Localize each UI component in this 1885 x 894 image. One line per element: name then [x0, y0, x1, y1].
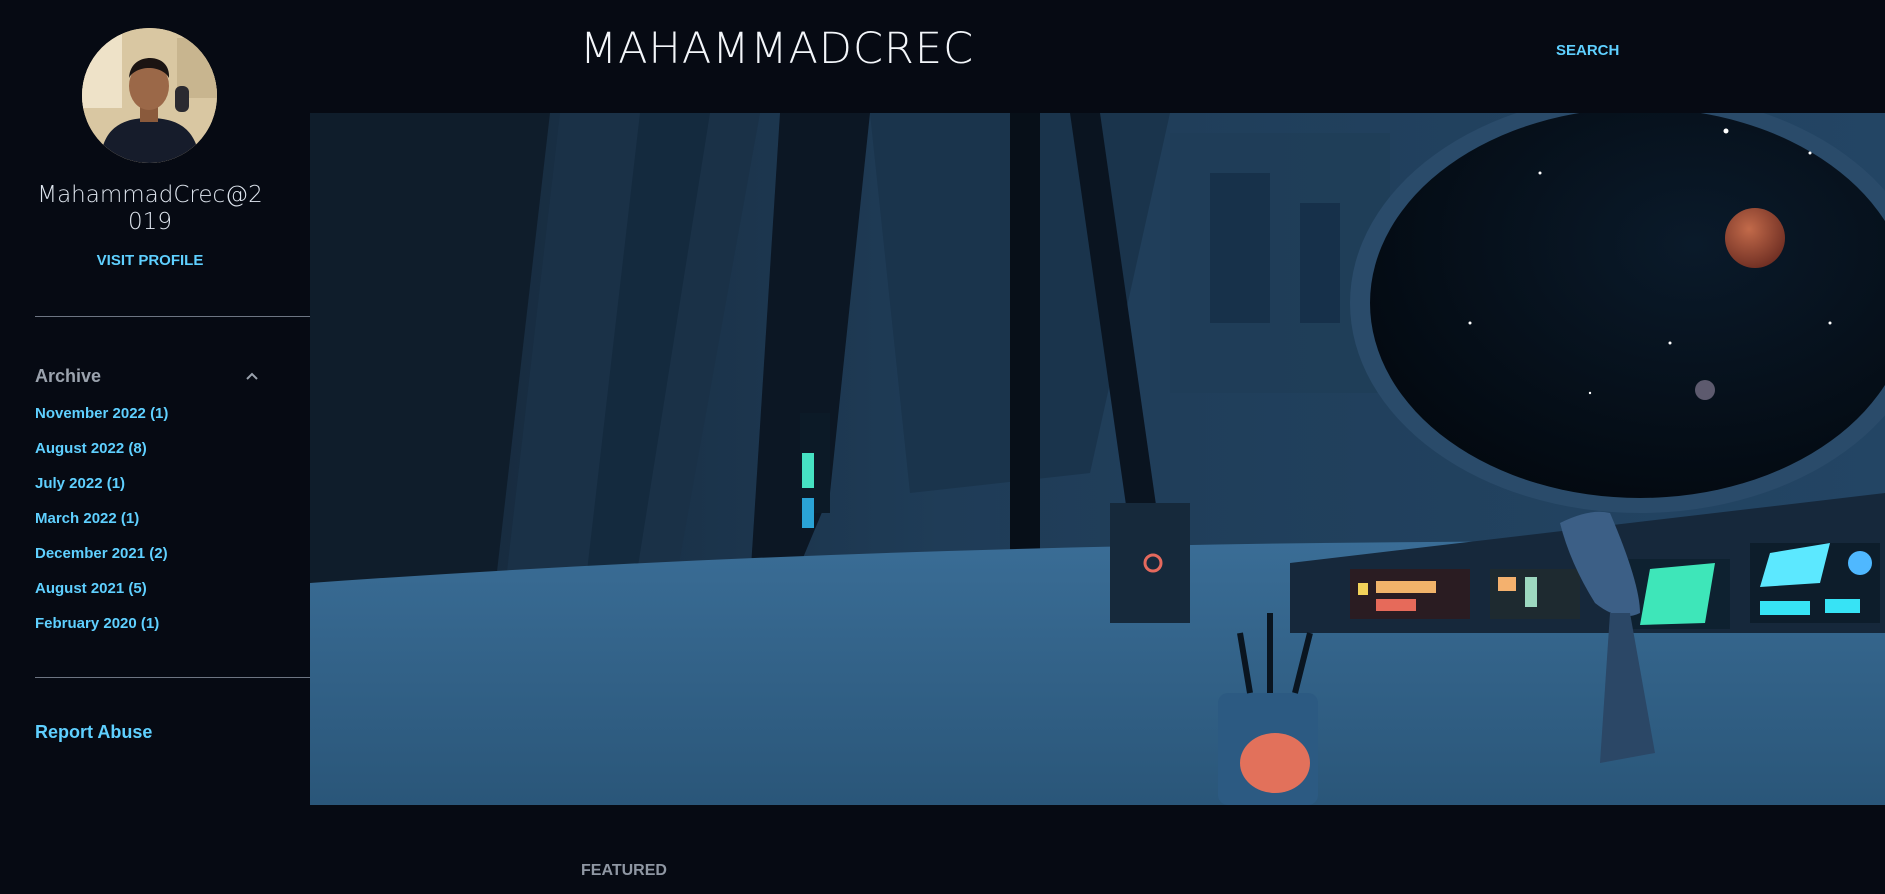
archive-list: November 2022 (1) August 2022 (8) July 2… — [35, 403, 168, 648]
archive-item-august-2022[interactable]: August 2022 (8) — [35, 438, 168, 473]
archive-toggle[interactable]: Archive — [35, 364, 260, 388]
hero-image — [310, 113, 1885, 805]
sidebar-divider — [35, 677, 310, 678]
archive-item-march-2022[interactable]: March 2022 (1) — [35, 508, 168, 543]
visit-profile-link[interactable]: VISIT PROFILE — [30, 252, 270, 269]
search-link[interactable]: SEARCH — [1556, 42, 1619, 59]
archive-item-november-2022[interactable]: November 2022 (1) — [35, 403, 168, 438]
archive-item-august-2021[interactable]: August 2021 (5) — [35, 578, 168, 613]
archive-item-december-2021[interactable]: December 2021 (2) — [35, 543, 168, 578]
featured-section-label: FEATURED — [581, 862, 667, 879]
archive-item-february-2020[interactable]: February 2020 (1) — [35, 613, 168, 648]
archive-item-july-2022[interactable]: July 2022 (1) — [35, 473, 168, 508]
profile-name: MahammadCrec@2019 — [37, 182, 263, 235]
report-abuse-link[interactable]: Report Abuse — [35, 722, 152, 743]
blog-page: MahammadCrec@2019 VISIT PROFILE Archive … — [0, 0, 1885, 894]
profile-avatar[interactable] — [82, 28, 217, 163]
chevron-up-icon — [246, 372, 258, 380]
profile-photo — [82, 28, 217, 163]
archive-title: Archive — [35, 365, 102, 386]
site-title[interactable]: MAHAMMADCREC — [580, 24, 974, 74]
spaceship-interior-illustration — [310, 113, 1885, 805]
sidebar: MahammadCrec@2019 VISIT PROFILE Archive … — [0, 0, 310, 894]
sidebar-divider — [35, 316, 310, 317]
